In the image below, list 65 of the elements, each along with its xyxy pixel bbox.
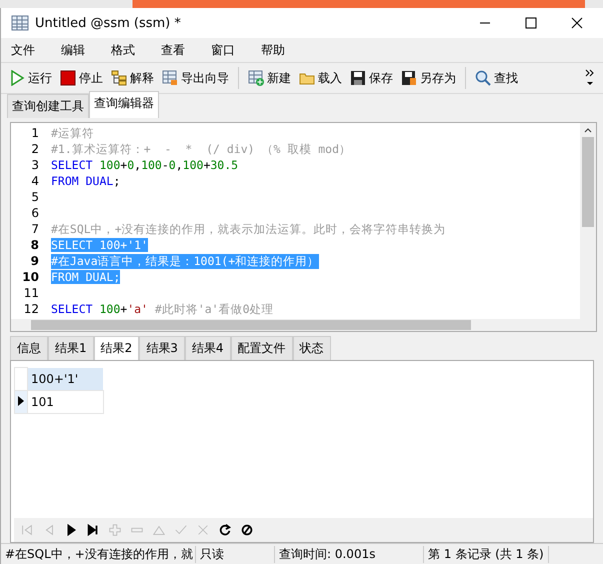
result-tab[interactable]: 结果3 bbox=[139, 336, 185, 360]
editor-tab[interactable]: 查询编辑器 bbox=[89, 91, 159, 118]
line-number: 4 bbox=[30, 174, 40, 188]
line-number: 5 bbox=[30, 190, 40, 204]
result-tab[interactable]: 结果4 bbox=[184, 336, 231, 360]
toolbar-button[interactable]: 新建 bbox=[246, 68, 293, 88]
status-text: 只读 bbox=[196, 546, 275, 562]
editor-tab[interactable]: 查询创建工具 bbox=[7, 94, 89, 118]
line-number: 2 bbox=[30, 142, 40, 156]
code-line: #1.算术运算符：+ - * (/ div) （% 取模 mod） bbox=[51, 142, 352, 156]
nav-stop-icon[interactable] bbox=[240, 523, 254, 537]
line-number: 12 bbox=[22, 302, 40, 316]
toolbar-button[interactable]: 另存为 bbox=[399, 68, 458, 88]
toolbar-button[interactable]: 解释 bbox=[109, 68, 156, 88]
table-add-icon bbox=[248, 70, 264, 86]
result-tab[interactable]: 配置文件 bbox=[230, 336, 293, 360]
table-export-icon bbox=[162, 70, 178, 86]
column-header[interactable]: 100+'1' bbox=[28, 368, 103, 390]
vertical-scrollbar[interactable] bbox=[580, 123, 596, 319]
maximize-icon[interactable] bbox=[525, 17, 537, 29]
line-number: 8 bbox=[30, 238, 40, 252]
result-tab[interactable]: 结果2 bbox=[94, 336, 140, 360]
menu-item[interactable]: 帮助 bbox=[261, 42, 311, 58]
save-as-icon bbox=[401, 70, 417, 86]
line-number: 1 bbox=[30, 126, 40, 140]
toolbar-button[interactable]: 查找 bbox=[473, 68, 520, 88]
window-title: Untitled @ssm (ssm) * bbox=[35, 16, 181, 30]
tree-icon bbox=[111, 70, 127, 86]
status-text: #在SQL中，+没有连接的作用，就 bbox=[1, 546, 196, 562]
result-tab[interactable]: 状态 bbox=[292, 336, 331, 360]
toolbar-button[interactable]: 停止 bbox=[58, 68, 105, 88]
nav-last-icon[interactable] bbox=[86, 523, 100, 537]
line-number: 9 bbox=[30, 254, 40, 268]
menu-item[interactable]: 窗口 bbox=[211, 42, 261, 58]
table-icon bbox=[11, 15, 29, 31]
status-text: 查询时间: 0.001s bbox=[275, 546, 424, 562]
menu-item[interactable]: 格式 bbox=[111, 42, 161, 58]
play-icon bbox=[9, 70, 25, 86]
line-number: 7 bbox=[30, 222, 40, 236]
menu-item[interactable]: 文件 bbox=[11, 42, 61, 58]
code-line: #运算符 bbox=[51, 126, 94, 140]
status-text: 第 1 条记录 (共 1 条) bbox=[424, 546, 549, 562]
menu-item[interactable]: 查看 bbox=[161, 42, 211, 58]
close-icon[interactable] bbox=[571, 17, 583, 29]
code-line: #在SQL中，+没有连接的作用，就表示加法运算。此时，会将字符串转换为 bbox=[51, 222, 446, 236]
table-cell: 101 bbox=[28, 390, 103, 413]
toolbar-button[interactable]: 运行 bbox=[7, 68, 54, 88]
code-line: SELECT 100+'a' #此时将'a'看做0处理 bbox=[51, 302, 274, 316]
horizontal-scrollbar[interactable] bbox=[11, 319, 596, 331]
line-number: 10 bbox=[21, 270, 40, 284]
line-number: 6 bbox=[30, 206, 40, 220]
code-line: SELECT 100+0,100-0,100+30.5 bbox=[51, 158, 238, 172]
nav-refresh-icon[interactable] bbox=[218, 523, 232, 537]
search-icon bbox=[475, 70, 491, 86]
toolbar-button[interactable]: 保存 bbox=[348, 68, 395, 88]
stop-icon bbox=[60, 70, 76, 86]
menu-item[interactable]: 编辑 bbox=[61, 42, 111, 58]
save-icon bbox=[350, 70, 366, 86]
toolbar-button[interactable]: 载入 bbox=[297, 68, 344, 88]
line-number: 3 bbox=[30, 158, 40, 172]
line-number: 11 bbox=[22, 286, 40, 300]
code-line: FROM DUAL; bbox=[51, 174, 120, 188]
toolbar-button[interactable]: 导出向导 bbox=[160, 68, 231, 88]
result-tab[interactable]: 信息 bbox=[10, 336, 48, 360]
result-tab[interactable]: 结果1 bbox=[48, 336, 94, 360]
